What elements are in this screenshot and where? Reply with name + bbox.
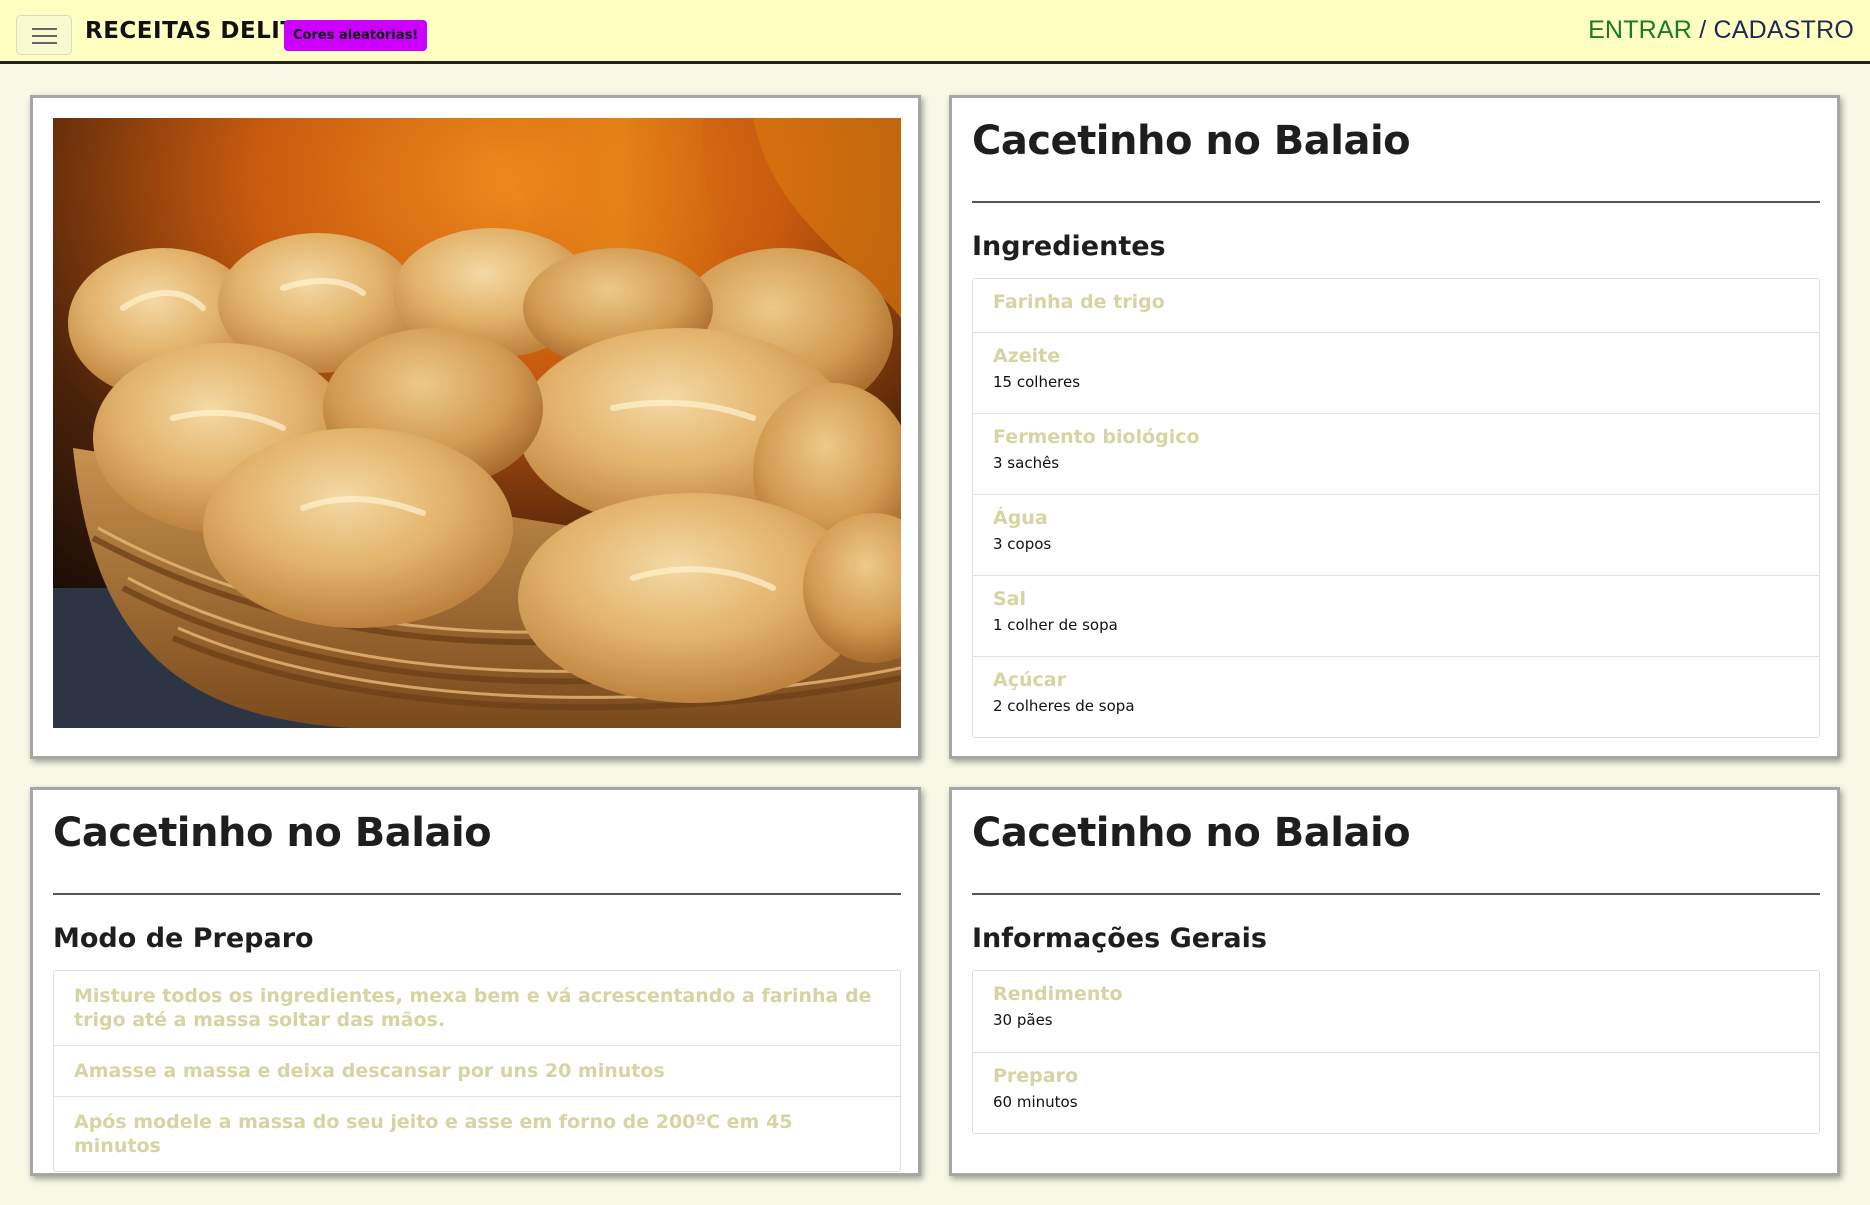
brand-title[interactable]: RECEITAS DELIT [85,18,297,44]
ingredient-item: Farinha de trigo [973,279,1819,332]
general-info-list: Rendimento 30 pães Preparo 60 minutos [972,970,1820,1134]
ingredient-quantity: 15 colheres [993,373,1081,391]
step-text: Amasse a massa e deixa descansar por uns… [74,1060,665,1082]
login-link[interactable]: ENTRAR [1588,16,1692,44]
ingredient-name: Sal [993,588,1027,610]
ingredient-item: Açúcar 2 colheres de sopa [973,656,1819,737]
ingredient-name: Farinha de trigo [993,291,1165,313]
general-info-heading: Informações Gerais [972,923,1267,954]
ingredient-name: Fermento biológico [993,426,1200,448]
auth-separator: / [1692,16,1714,44]
preparation-heading: Modo de Preparo [53,923,314,954]
menu-bar-line [32,28,57,30]
random-colors-badge[interactable]: Cores aleatórias! [284,20,428,51]
divider [53,893,901,895]
recipe-photo-card [30,95,921,759]
ingredient-quantity: 3 copos [993,535,1052,553]
info-label: Rendimento [993,983,1123,1005]
preparation-step: Misture todos os ingredientes, mexa bem … [54,971,900,1045]
divider [972,893,1820,895]
ingredient-item: Azeite 15 colheres [973,332,1819,413]
info-label: Preparo [993,1065,1079,1087]
recipe-title: Cacetinho no Balaio [972,118,1411,164]
ingredients-list: Farinha de trigo Azeite 15 colheres Ferm… [972,278,1820,738]
ingredients-heading: Ingredientes [972,231,1166,262]
info-value: 60 minutos [993,1093,1078,1111]
ingredient-quantity: 1 colher de sopa [993,616,1118,634]
info-item: Rendimento 30 pães [973,971,1819,1052]
register-link[interactable]: CADASTRO [1713,16,1854,44]
recipe-photo [53,118,901,728]
preparation-step: Amasse a massa e deixa descansar por uns… [54,1045,900,1096]
ingredient-quantity: 3 sachês [993,454,1060,472]
divider [972,201,1820,203]
navbar: RECEITAS DELIT Cores aleatórias! ENTRAR … [0,0,1870,64]
auth-links: ENTRAR / CADASTRO [1588,16,1854,45]
ingredients-card: Cacetinho no Balaio Ingredientes Farinha… [949,95,1840,759]
ingredient-name: Azeite [993,345,1061,367]
preparation-step: Após modele a massa do seu jeito e asse … [54,1096,900,1171]
ingredient-name: Água [993,507,1048,529]
hamburger-menu-icon[interactable] [16,15,72,55]
ingredient-name: Açúcar [993,669,1066,691]
ingredient-item: Sal 1 colher de sopa [973,575,1819,656]
info-value: 30 pães [993,1011,1053,1029]
general-info-card: Cacetinho no Balaio Informações Gerais R… [949,787,1840,1176]
recipe-title: Cacetinho no Balaio [972,810,1411,856]
preparation-card: Cacetinho no Balaio Modo de Preparo Mist… [30,787,921,1176]
ingredient-item: Fermento biológico 3 sachês [973,413,1819,494]
menu-bar-line [32,42,57,44]
ingredient-quantity: 2 colheres de sopa [993,697,1135,715]
menu-bar-line [32,35,57,37]
step-text: Misture todos os ingredientes, mexa bem … [74,985,872,1031]
recipe-title: Cacetinho no Balaio [53,810,492,856]
ingredient-item: Água 3 copos [973,494,1819,575]
preparation-steps-list: Misture todos os ingredientes, mexa bem … [53,970,901,1172]
step-text: Após modele a massa do seu jeito e asse … [74,1111,793,1157]
info-item: Preparo 60 minutos [973,1052,1819,1133]
